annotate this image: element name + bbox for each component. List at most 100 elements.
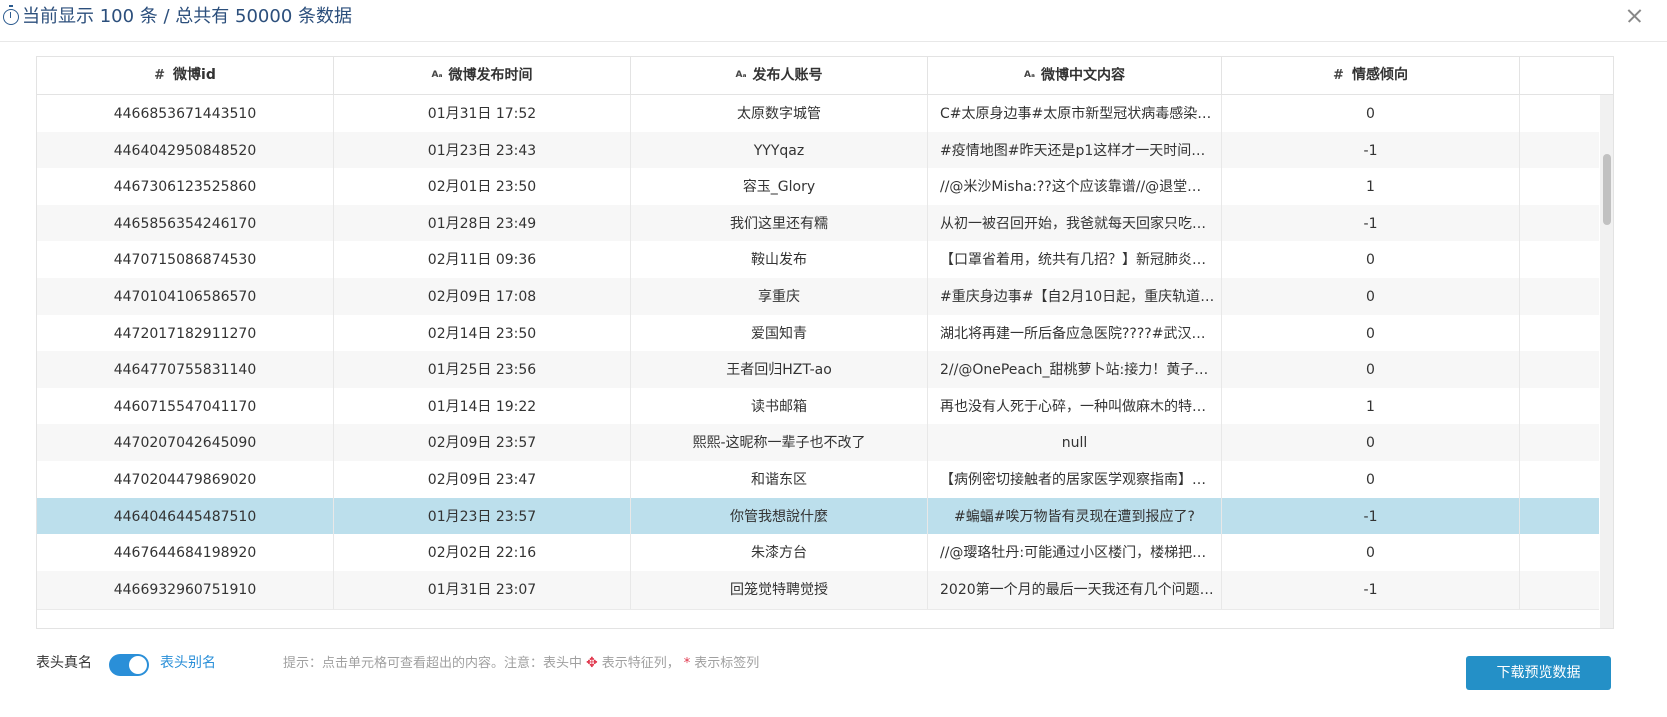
table-row[interactable]: 4470204479869020 02月09日 23:47 和谐东区 【病例密切接触者… [37,461,1599,500]
table-cell[interactable]: 王者回归HZT-ao [631,351,928,390]
header-alias-label[interactable]: 表头别名 [160,652,216,672]
table-cell[interactable]: 0 [1222,314,1520,353]
column-header-0[interactable]: # 微博id [37,57,334,94]
table-cell[interactable]: 和谐东区 [631,461,928,499]
table-cell[interactable]: 朱漆方台 [631,534,928,573]
table-cell[interactable]: 再也没有人死于心碎，一种叫做麻木的特效药 [928,387,1222,426]
table-row[interactable]: 4470715086874530 02月11日 09:36 鞍山发布 【口罩省着用，统… [37,241,1599,281]
column-header-2[interactable]: Aₐ 发布人账号 [631,57,928,94]
table-cell[interactable]: 4470207042645090 [37,424,334,463]
table-cell[interactable]: 0 [1222,241,1520,280]
table-cell[interactable]: 你管我想說什麼 [631,497,928,536]
table-cell[interactable]: //@米沙Misha:??这个应该靠谱//@退堂鼓表演艺术家 [928,168,1222,207]
table-cell[interactable]: 4466853671443510 [37,95,334,133]
table-row[interactable]: 4465856354246170 01月28日 23:49 我们这里还有糯 从初一被召… [37,204,1599,244]
table-row[interactable]: 4466932960751910 01月31日 23:07 回笼觉特聘觉授 2020第… [37,570,1599,610]
table-cell[interactable]: 4467644684198920 [37,534,334,573]
column-header-3[interactable]: Aₐ 微博中文内容 [928,57,1222,94]
table-cell[interactable]: 湖北将再建一所后备应急医院????#武汉加油# [928,314,1222,353]
table-cell[interactable]: 熙熙-这昵称一辈子也不改了 [631,424,928,463]
table-cell[interactable]: 0 [1222,534,1520,573]
table-cell[interactable]: 01月31日 23:07 [334,570,631,609]
table-cell[interactable]: #蝙蝠#唉万物皆有灵现在遭到报应了? [928,497,1222,536]
table-cell[interactable]: 4466932960751910 [37,570,334,609]
column-header-label: 情感倾向 [1351,67,1408,83]
table-cell[interactable]: #疫情地图#昨天还是p1这样才一天时间就变成p2这样了 [928,131,1222,170]
table-cell[interactable]: 太原数字城管 [631,95,928,133]
table-row[interactable]: 4466853671443510 01月31日 17:52 太原数字城管 C#太原身边… [37,95,1599,134]
table-cell[interactable]: 4465856354246170 [37,204,334,243]
table-cell[interactable]: 4472017182911270 [37,314,334,353]
table-row[interactable]: 4464770755831140 01月25日 23:56 王者回归HZT-ao 2/… [37,351,1599,391]
column-header-4[interactable]: # 情感倾向 [1222,57,1520,94]
table-cell[interactable]: //@璎珞牡丹:可能通过小区楼门，楼梯把手传播 [928,534,1222,573]
table-cell[interactable]: 享重庆 [631,278,928,316]
table-cell[interactable]: 2//@OnePeach_甜桃萝卜站:接力！黄子韬工作室 [928,351,1222,390]
scrollbar-thumb[interactable] [1603,154,1611,225]
download-preview-button[interactable]: 下载预览数据 [1466,656,1611,690]
table-row[interactable]: 4464042950848520 01月23日 23:43 YYYqaz #疫情地图#… [37,131,1599,171]
table-row[interactable]: 4472017182911270 02月14日 23:50 爱国知青 湖北将再建一所后… [37,314,1599,354]
table-cell[interactable]: 【病例密切接触者的居家医学观察指南】请收好 [928,461,1222,499]
clock-icon [3,5,19,25]
table-cell[interactable]: 02月09日 23:47 [334,461,631,499]
table-cell[interactable]: 从初一被召回开始，我爸就每天回家只吃一顿饭 [928,204,1222,243]
table-cell[interactable]: 02月09日 17:08 [334,278,631,316]
table-cell[interactable]: 01月23日 23:43 [334,131,631,170]
table-cell[interactable]: C#太原身边事#太原市新型冠状病毒感染的肺炎疫情防控工作领导组 [928,95,1222,133]
table-cell[interactable]: 01月14日 19:22 [334,387,631,426]
table-cell[interactable]: 【口罩省着用，统共有几招？】新冠肺炎疫情防控期间 [928,241,1222,280]
table-cell[interactable]: 0 [1222,95,1520,133]
table-cell[interactable]: 1 [1222,387,1520,426]
table-cell[interactable]: -1 [1222,131,1520,170]
table-cell[interactable]: 0 [1222,278,1520,316]
table-cell[interactable]: YYYqaz [631,131,928,170]
table-cell[interactable]: 02月01日 23:50 [334,168,631,207]
header-real-name-label[interactable]: 表头真名 [36,652,92,672]
table-cell[interactable]: -1 [1222,570,1520,609]
table-cell[interactable]: 鞍山发布 [631,241,928,280]
table-cell[interactable]: 02月11日 09:36 [334,241,631,280]
table-cell[interactable]: 4470715086874530 [37,241,334,280]
table-cell[interactable]: 01月23日 23:57 [334,497,631,536]
table-cell[interactable]: -1 [1222,204,1520,243]
table-cell[interactable]: #重庆身边事#【自2月10日起，重庆轨道交通运营时间调整】 [928,278,1222,316]
table-cell[interactable]: 02月09日 23:57 [334,424,631,463]
table-cell[interactable]: 0 [1222,461,1520,499]
table-cell[interactable]: 容玉_Glory [631,168,928,207]
table-row[interactable]: 4460715547041170 01月14日 19:22 读书邮箱 再也没有人死于心… [37,387,1599,427]
table-cell[interactable]: 我们这里还有糯 [631,204,928,243]
table-cell[interactable]: 4470204479869020 [37,461,334,499]
table-cell[interactable]: 4464042950848520 [37,131,334,170]
table-cell[interactable]: 4467306123525860 [37,168,334,207]
table-cell[interactable]: 4460715547041170 [37,387,334,426]
table-cell[interactable]: -1 [1222,497,1520,536]
table-row[interactable]: 4464046445487510 01月23日 23:57 你管我想說什麼 #蝙蝠#唉… [37,497,1599,537]
table-cell[interactable]: null [928,424,1222,463]
table-cell[interactable]: 1 [1222,168,1520,207]
table-cell[interactable]: 4470104106586570 [37,278,334,316]
table-cell[interactable]: 4464046445487510 [37,497,334,536]
column-header-1[interactable]: Aₐ 微博发布时间 [334,57,631,94]
table-row[interactable]: 4467644684198920 02月02日 22:16 朱漆方台//@璎珞牡丹:… [37,534,1599,574]
close-icon[interactable] [1623,4,1647,28]
table-header: # 微博id Aₐ 微博发布时间 Aₐ 发布人账号 Aₐ 微博中文内容 # 情感倾向 [37,57,1613,95]
table-cell[interactable]: 01月31日 17:52 [334,95,631,133]
table-cell[interactable]: 2020第一个月的最后一天我还有几个问题想问 [928,570,1222,609]
table-row[interactable]: 4470207042645090 02月09日 23:57 熙熙-这昵称一辈子也不改… [37,424,1599,464]
table-cell[interactable]: 02月14日 23:50 [334,314,631,353]
header-name-toggle[interactable] [109,654,149,676]
table-cell[interactable]: 爱国知青 [631,314,928,353]
label-marker-icon: * [683,656,691,671]
table-cell[interactable]: 4464770755831140 [37,351,334,390]
dialog-footer: 表头真名 表头别名 提示：点击单元格可查看超出的内容。注意：表头中 ✥ 表示特征列，… [0,640,1667,690]
table-cell[interactable]: 01月25日 23:56 [334,351,631,390]
table-cell[interactable]: 读书邮箱 [631,387,928,426]
table-cell[interactable]: 02月02日 22:16 [334,534,631,573]
table-cell[interactable]: 0 [1222,351,1520,390]
table-cell[interactable]: 回笼觉特聘觉授 [631,570,928,609]
table-row[interactable]: 4470104106586570 02月09日 17:08 享重庆 #重庆身边事#【自… [37,278,1599,317]
table-row[interactable]: 4467306123525860 02月01日 23:50 容玉_Glory//@米… [37,168,1599,208]
table-cell[interactable]: 01月28日 23:49 [334,204,631,243]
table-cell[interactable]: 0 [1222,424,1520,463]
